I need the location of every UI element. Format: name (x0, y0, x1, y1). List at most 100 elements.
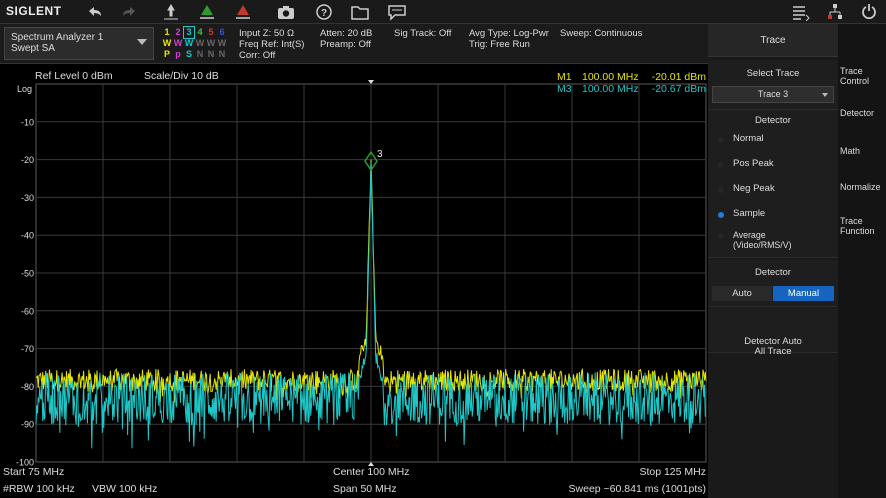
trace-detector: N (207, 49, 215, 59)
input-z: Input Z: 50 Ω (239, 28, 295, 39)
center-top-marker (368, 80, 374, 84)
detector-option-neg[interactable]: Neg Peak (714, 184, 775, 194)
mode-submode: Swept SA (11, 43, 55, 54)
detector-manual-button[interactable]: Manual (773, 286, 834, 301)
tab-trace-function[interactable]: Trace Function (838, 216, 886, 236)
select-trace-label: Select Trace (746, 68, 800, 79)
trace-number: 2 (175, 27, 181, 37)
svg-text:?: ? (321, 8, 327, 19)
marker-m1-name: M1 (557, 71, 572, 83)
start-freq[interactable]: Start 75 MHz (3, 466, 64, 478)
sweep-time[interactable]: Sweep ~60.841 ms (1001pts) (569, 483, 706, 495)
toolbar: SIGLENT ? (0, 0, 886, 24)
tab-detector[interactable]: Detector (838, 108, 886, 118)
panel-title: Trace (708, 24, 838, 57)
ref-level: Ref Level 0 dBm (35, 70, 113, 82)
spectrum-plot[interactable]: 3 Ref Level 0 dBm Scale/Div 10 dB Log -1… (0, 64, 708, 498)
trace-detector: N (218, 49, 226, 59)
scale-div: Scale/Div 10 dB (144, 70, 219, 82)
y-tick-label: -40 (21, 231, 34, 241)
detector-option-pos[interactable]: Pos Peak (714, 159, 774, 169)
detector-auto-all-button[interactable]: Detector Auto All Trace (708, 309, 838, 357)
y-tick-label: -10 (21, 117, 34, 127)
help-icon[interactable]: ? (311, 1, 337, 23)
status-bar: Spectrum Analyzer 1 Swept SA 1WP2Wp3WS4W… (0, 24, 708, 64)
marker-m3-freq: 100.00 MHz (582, 83, 639, 95)
trace-indicator-1[interactable]: 1WP (162, 27, 172, 60)
softkey-panel: Trace Select Trace Trace 3 Detector Norm… (708, 24, 838, 498)
trace-detector: N (196, 49, 204, 59)
marker-m1-level: -20.01 dBm (652, 71, 707, 83)
detector-auto-button[interactable]: Auto (712, 286, 772, 301)
menu-tabs: Trace Control Detector Math Normalize Trace … (838, 24, 886, 498)
select-trace-value: Trace 3 (757, 89, 789, 99)
marker-number: 3 (377, 149, 383, 160)
radio-icon (718, 162, 724, 168)
trace-detector: S (185, 49, 192, 59)
y-tick-label: -80 (21, 382, 34, 392)
trace-number: 6 (219, 27, 225, 37)
y-tick-label: -70 (21, 344, 34, 354)
radio-icon (718, 137, 724, 143)
detector-option-average[interactable]: Average (Video/RMS/V) (714, 230, 792, 250)
center-freq[interactable]: Center 100 MHz (333, 466, 409, 478)
trace-indicator-6[interactable]: 6WN (217, 27, 227, 60)
network-icon[interactable] (822, 1, 848, 23)
avg-type: Avg Type: Log-Pwr (469, 28, 549, 39)
message-icon[interactable] (384, 1, 410, 23)
chevron-down-icon (137, 39, 147, 45)
trace-number: 5 (208, 27, 214, 37)
trace-indicator-5[interactable]: 5WN (206, 27, 216, 60)
log-label: Log (17, 84, 32, 94)
tab-math[interactable]: Math (838, 146, 886, 156)
screenshot-icon[interactable] (273, 1, 299, 23)
correction: Corr: Off (239, 50, 276, 61)
trace-number: 1 (164, 27, 170, 37)
trace-number: 4 (197, 27, 203, 37)
freq-ref: Freq Ref: Int(S) (239, 39, 305, 50)
file-icon[interactable] (347, 1, 373, 23)
select-trace-dropdown[interactable]: Trace 3 (712, 86, 834, 103)
spectrum-display[interactable]: 3 Ref Level 0 dBm Scale/Div 10 dB Log -1… (0, 64, 708, 498)
trace-indicator-3[interactable]: 3WS (183, 26, 195, 60)
trace-type: W (217, 38, 227, 48)
y-tick-label: -50 (21, 269, 34, 279)
mode-selector[interactable]: Spectrum Analyzer 1 Swept SA (4, 27, 154, 60)
radio-icon (718, 187, 724, 193)
trace-type: W (173, 38, 183, 48)
stop-freq[interactable]: Stop 125 MHz (639, 466, 706, 478)
trace-detector: P (163, 49, 170, 59)
detector-label: Detector (755, 115, 791, 126)
redo-icon[interactable] (116, 1, 142, 23)
trace-type: W (184, 38, 194, 48)
marker-to-peak-icon[interactable] (158, 1, 184, 23)
trace-indicator-2[interactable]: 2Wp (173, 27, 183, 60)
trace-detector: p (175, 49, 181, 59)
marker-m3-name: M3 (557, 83, 572, 95)
trace-type: W (195, 38, 205, 48)
limit-icon[interactable] (230, 1, 256, 23)
radio-label: Average (Video/RMS/V) (733, 230, 792, 250)
y-axis-ticks: -10-20-30-40-50-60-70-80-90-100 (16, 117, 34, 467)
radio-label: Neg Peak (733, 183, 775, 194)
detector-option-sample[interactable]: Sample (714, 209, 765, 219)
tab-trace-control[interactable]: Trace Control (838, 66, 886, 86)
span[interactable]: Span 50 MHz (333, 483, 397, 495)
sweep-mode: Sweep: Continuous (560, 28, 643, 39)
detector-mode-label: Detector (755, 267, 791, 278)
y-tick-label: -20 (21, 155, 34, 165)
preamp: Preamp: Off (320, 39, 372, 50)
menu-list-icon[interactable] (788, 1, 814, 23)
detector-option-normal[interactable]: Normal (714, 134, 764, 144)
y-tick-label: -60 (21, 306, 34, 316)
vbw[interactable]: VBW 100 kHz (92, 483, 157, 495)
trace-indicator-4[interactable]: 4WN (195, 27, 205, 60)
tab-normalize[interactable]: Normalize (838, 182, 886, 192)
undo-icon[interactable] (82, 1, 108, 23)
detector-auto-all-label: Detector Auto All Trace (744, 336, 802, 357)
trace-type: W (206, 38, 216, 48)
marker-icon[interactable] (194, 1, 220, 23)
rbw[interactable]: #RBW 100 kHz (3, 483, 75, 495)
power-icon[interactable] (856, 1, 882, 23)
y-tick-label: -30 (21, 193, 34, 203)
